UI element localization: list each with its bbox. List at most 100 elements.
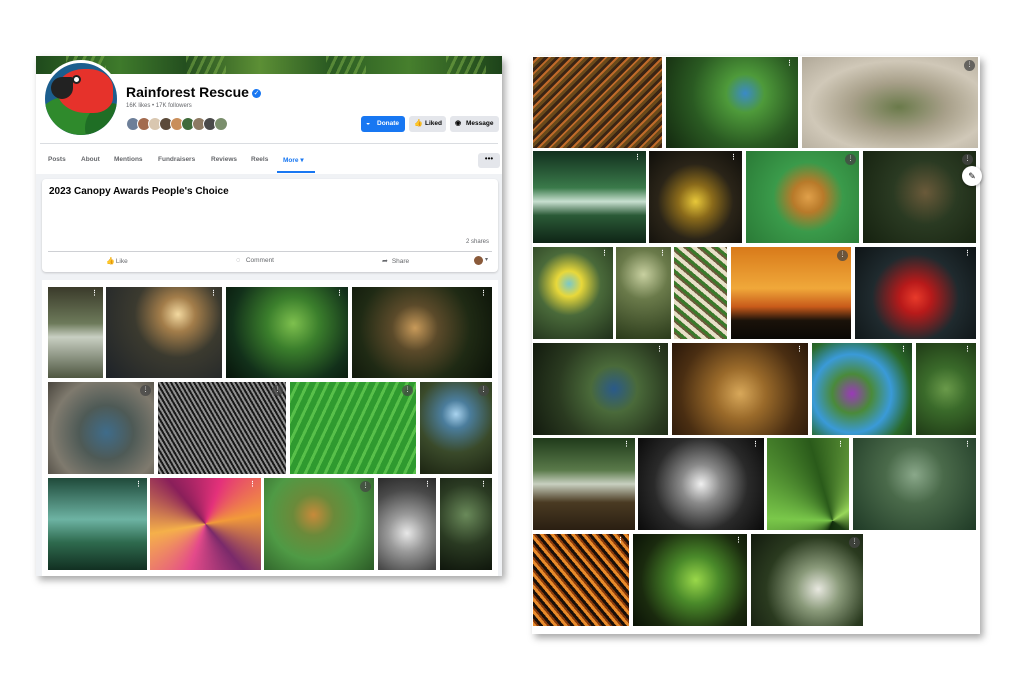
tab-posts[interactable]: Posts [48, 156, 66, 163]
photo-menu-icon[interactable]: ⋮ [424, 481, 431, 488]
page-stats[interactable]: 16K likes • 17K followers [126, 103, 192, 109]
tab-reviews[interactable]: Reviews [211, 156, 237, 163]
photo-fern-palm[interactable]: ⋮ [440, 478, 492, 570]
page-name[interactable]: Rainforest Rescue [126, 84, 249, 100]
photo-orange-fern[interactable]: ⋮ [533, 534, 629, 626]
photo-blue-mushrooms[interactable]: ⋮ [420, 382, 492, 474]
photo-menu-icon[interactable]: ⋮ [480, 290, 487, 297]
photo-mist-bw[interactable]: ⋮ [378, 478, 436, 570]
tab-fundraisers[interactable]: Fundraisers [158, 156, 195, 163]
photo-wasp[interactable]: ⋮ [649, 151, 742, 243]
liked-button[interactable]: 👍 Liked [409, 116, 446, 132]
photo-orange-frog[interactable]: ⋮ [746, 151, 859, 243]
tab-more[interactable]: More ▾ [283, 156, 304, 164]
photo-menu-icon[interactable]: ⋮ [962, 154, 973, 165]
photo-menu-icon[interactable]: ⋮ [634, 154, 641, 161]
photo-misty-falls[interactable]: ⋮ [48, 478, 147, 570]
photo-leaf-spider[interactable]: ⋮ [633, 534, 747, 626]
photo-crayfish[interactable]: ⋮ [48, 382, 154, 474]
photo-menu-icon[interactable]: ⋮ [360, 481, 371, 492]
photo-menu-icon[interactable]: ⋮ [837, 250, 848, 261]
active-tab-indicator [277, 171, 315, 173]
edit-icon[interactable]: ✎ [962, 166, 982, 186]
photo-menu-icon[interactable]: ⋮ [796, 346, 803, 353]
page-avatar[interactable] [42, 60, 120, 138]
message-button-label: Message [466, 120, 494, 127]
photo-menu-icon[interactable]: ⋮ [659, 250, 666, 257]
share-count[interactable]: 2 shares [466, 239, 489, 245]
photo-child-umbrella[interactable]: ⋮ [533, 247, 613, 339]
photo-menu-icon[interactable]: ⋮ [849, 537, 860, 548]
photo-menu-icon[interactable]: ⋮ [964, 60, 975, 71]
like-action[interactable]: 👍 Like [106, 257, 128, 265]
page-tabs: Posts About Mentions Fundraisers Reviews… [36, 152, 502, 173]
photo-menu-icon[interactable]: ⋮ [272, 385, 283, 396]
photo-leaf-insect[interactable]: ⋮ [672, 343, 808, 435]
photo-canopy-bw[interactable]: ⋮ [638, 438, 764, 530]
photo-menu-icon[interactable]: ⋮ [656, 346, 663, 353]
photo-menu-icon[interactable]: ⋮ [730, 154, 737, 161]
photo-moss-tree[interactable]: ⋮ [916, 343, 976, 435]
tab-about[interactable]: About [81, 156, 100, 163]
photo-pink-bromeliad[interactable]: ⋮ [150, 478, 261, 570]
photo-canyon-sunset[interactable]: ⋮ [106, 287, 222, 378]
photo-menu-icon[interactable]: ⋮ [900, 346, 907, 353]
photo-menu-icon[interactable]: ⋮ [480, 481, 487, 488]
comment-icon: ◌ [236, 257, 241, 264]
photo-menu-icon[interactable]: ⋮ [478, 385, 489, 396]
photo-menu-icon[interactable]: ⋮ [135, 481, 142, 488]
photo-giant-tree[interactable]: ⋮ [616, 247, 671, 339]
photo-menu-icon[interactable]: ⋮ [964, 346, 971, 353]
cover-foliage [326, 56, 366, 74]
photo-stream-rocks[interactable]: ⋮ [533, 438, 635, 530]
photo-menu-icon[interactable]: ⋮ [837, 441, 844, 448]
photo-palm-fronds-bw[interactable]: ⋮ [158, 382, 286, 474]
photo-green-leaf[interactable]: ⋮ [290, 382, 416, 474]
photo-spider[interactable]: ⋮ [264, 478, 374, 570]
photo-kingfisher[interactable]: ⋮ [533, 343, 668, 435]
photo-mushrooms[interactable]: ⋮ [352, 287, 492, 378]
photo-menu-icon[interactable]: ⋮ [336, 290, 343, 297]
photo-menu-icon[interactable]: ⋮ [402, 385, 413, 396]
photo-menu-icon[interactable]: ⋮ [964, 441, 971, 448]
message-button[interactable]: ◉ Message [450, 116, 499, 132]
photo-sunset-canopy[interactable]: ⋮ [731, 247, 851, 339]
reaction-avatar[interactable] [474, 256, 483, 265]
photo-menu-icon[interactable]: ⋮ [601, 250, 608, 257]
photo-misty-forest[interactable]: ⋮ [853, 438, 976, 530]
photo-pine-needles[interactable] [533, 57, 662, 148]
photo-tree-frog[interactable]: ⋮ [226, 287, 348, 378]
photo-menu-icon[interactable]: ⋮ [845, 154, 856, 165]
friend-avatar[interactable] [214, 117, 228, 131]
photo-menu-icon[interactable]: ⋮ [752, 441, 759, 448]
photo-menu-icon[interactable]: ⋮ [210, 290, 217, 297]
photo-menu-icon[interactable]: ⋮ [249, 481, 256, 488]
photo-menu-icon[interactable]: ⋮ [964, 250, 971, 257]
photo-mossy-falls[interactable]: ⋮ [533, 151, 646, 243]
photo-forest-bird[interactable]: ⋮ [863, 151, 976, 243]
like-icon: 👍 [106, 258, 115, 265]
photo-parrot-tree[interactable]: ⋮ [812, 343, 912, 435]
photo-leaf-bark[interactable] [674, 247, 727, 339]
photo-menu-icon[interactable]: ⋮ [140, 385, 151, 396]
photo-red-flower[interactable]: ⋮ [855, 247, 976, 339]
avatar-parrot-eye [72, 75, 81, 84]
comment-action[interactable]: ◌ Comment [236, 257, 274, 264]
photo-palm-leaf[interactable]: ⋮ [767, 438, 849, 530]
photo-menu-icon[interactable]: ⋮ [735, 537, 742, 544]
photo-menu-icon[interactable]: ⋮ [623, 441, 630, 448]
photo-menu-icon[interactable]: ⋮ [786, 60, 793, 67]
photo-menu-icon[interactable]: ⋮ [617, 537, 624, 544]
more-options-button[interactable]: ••• [478, 153, 500, 168]
tab-mentions[interactable]: Mentions [114, 156, 143, 163]
photo-lizard[interactable]: ⋮ [802, 57, 978, 148]
chevron-down-icon[interactable]: ▾ [485, 256, 488, 263]
photo-hanging-vines[interactable]: ⋮ [751, 534, 863, 626]
post-title: 2023 Canopy Awards People's Choice [49, 186, 229, 197]
photo-blue-bird[interactable]: ⋮ [666, 57, 798, 148]
donate-button[interactable]: ◒ Donate [361, 116, 405, 132]
tab-reels[interactable]: Reels [251, 156, 268, 163]
share-action[interactable]: ➦ Share [382, 257, 409, 265]
photo-waterfall[interactable]: ⋮ [48, 287, 103, 378]
photo-menu-icon[interactable]: ⋮ [91, 290, 98, 297]
